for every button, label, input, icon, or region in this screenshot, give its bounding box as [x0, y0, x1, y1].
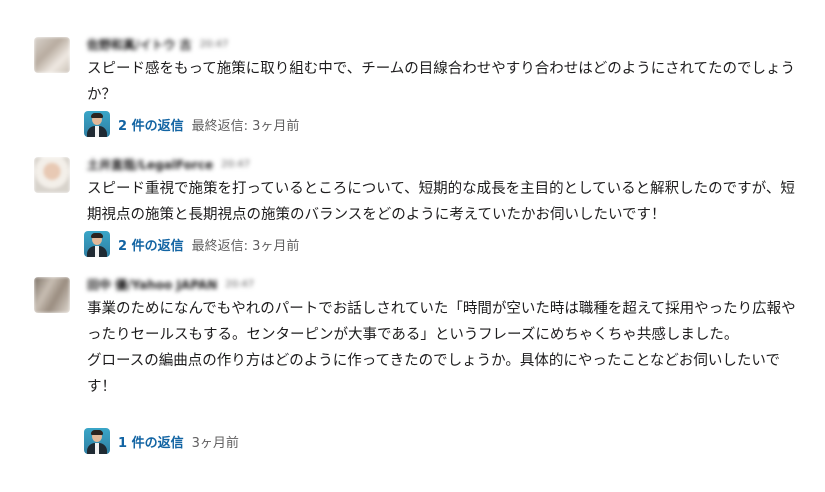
- sender-name[interactable]: 土井直哉/LegalForce: [87, 156, 213, 173]
- message-body: スピード重視で施策を打っているところについて、短期的な成長を主目的としていると解…: [87, 176, 802, 228]
- message-body: 事業のためになんでもやれのパートでお話しされていた「時間が空いた時は職種を超えて…: [87, 296, 802, 400]
- message-text-line: スピード重視で施策を打っているところについて、短期的な成長を主目的としていると解…: [87, 181, 795, 223]
- replier-avatar-icon: [84, 428, 110, 454]
- sender-avatar[interactable]: [34, 277, 70, 313]
- thread-replies-link[interactable]: 2 件の返信 最終返信: 3ヶ月前: [84, 230, 299, 258]
- message-header: 佐野和真/イトウ 古 20:47: [87, 36, 229, 53]
- reply-count[interactable]: 2 件の返信: [118, 115, 184, 134]
- message-text-line: スピード感をもって施策に取り組む中で、チームの目線合わせやすり合わせはどのように…: [87, 61, 796, 103]
- reply-count[interactable]: 2 件の返信: [118, 235, 184, 254]
- message-header: 田中 優/Yahoo JAPAN 20:47: [87, 276, 254, 293]
- sender-avatar[interactable]: [34, 37, 70, 73]
- message-timestamp[interactable]: 20:47: [225, 279, 254, 290]
- sender-avatar[interactable]: [34, 157, 70, 193]
- reply-count[interactable]: 1 件の返信: [118, 432, 184, 451]
- message-text-line: グロースの編曲点の作り方はどのように作ってきたのでしょうか。具体的にやったことな…: [87, 353, 780, 395]
- thread-replies-link[interactable]: 2 件の返信 最終返信: 3ヶ月前: [84, 110, 299, 138]
- message-header: 土井直哉/LegalForce 20:47: [87, 156, 250, 173]
- replier-avatar-icon: [84, 231, 110, 257]
- sender-name[interactable]: 田中 優/Yahoo JAPAN: [87, 276, 217, 293]
- replier-avatar-icon: [84, 111, 110, 137]
- sender-name[interactable]: 佐野和真/イトウ 古: [87, 36, 192, 53]
- message-body: スピード感をもって施策に取り組む中で、チームの目線合わせやすり合わせはどのように…: [87, 56, 802, 108]
- last-reply-time: 最終返信: 3ヶ月前: [191, 118, 300, 134]
- message-timestamp[interactable]: 20:47: [200, 39, 229, 50]
- last-reply-time: 最終返信: 3ヶ月前: [191, 238, 300, 254]
- message-list: 佐野和真/イトウ 古 20:47 スピード感をもって施策に取り組む中で、チームの…: [0, 0, 825, 492]
- last-reply-time: 3ヶ月前: [191, 435, 239, 451]
- thread-replies-link[interactable]: 1 件の返信 3ヶ月前: [84, 427, 239, 455]
- message-text-line: 事業のためになんでもやれのパートでお話しされていた「時間が空いた時は職種を超えて…: [87, 301, 796, 343]
- message-timestamp[interactable]: 20:47: [221, 159, 250, 170]
